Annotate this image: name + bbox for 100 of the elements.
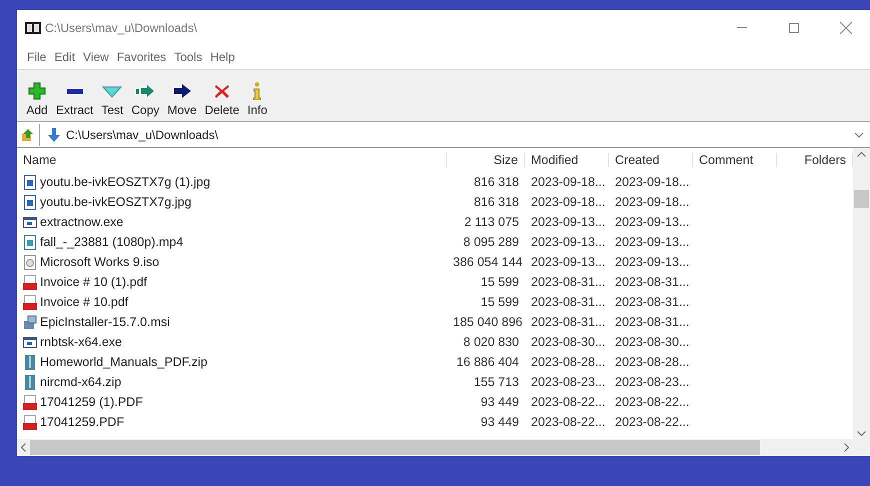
file-name[interactable]: youtu.be-ivkEOSZTX7g (1).jpg	[17, 174, 447, 190]
maximize-icon	[789, 22, 799, 32]
toolbar-button[interactable]: Copy	[128, 82, 162, 117]
table-cell-text: 15 599	[480, 275, 520, 289]
table-cell-text: 2023-09-18...	[614, 175, 690, 189]
table-cell-text: 2023-08-22...	[530, 415, 606, 429]
down-chevron-icon[interactable]	[857, 431, 866, 436]
program-window-icon	[23, 214, 37, 230]
table-cell-text: 2023-08-22...	[614, 415, 690, 429]
table-cell-text: 2023-08-22...	[614, 395, 690, 409]
file-name[interactable]: youtu.be-ivkEOSZTX7g.jpg	[17, 194, 447, 210]
table-cell-text: 2023-09-18...	[530, 175, 606, 189]
column-header[interactable]: Name	[17, 153, 447, 167]
table-cell-text: 2023-09-13...	[614, 255, 690, 269]
right-chevron-icon[interactable]	[844, 443, 849, 452]
file-name[interactable]: 17041259.PDF	[17, 414, 447, 430]
up-chevron-icon[interactable]	[857, 152, 866, 157]
menu-item[interactable]: Favorites	[112, 50, 170, 64]
table-cell-text: 15 599	[480, 295, 520, 309]
table-cell-text: 2023-09-13...	[614, 235, 690, 249]
table-cell-text: 2023-08-28...	[530, 355, 606, 369]
minimize-icon	[737, 27, 747, 28]
file-name[interactable]: extractnow.exe	[17, 214, 447, 230]
table-cell-text: 8 020 830	[462, 335, 520, 349]
zip-archive-icon	[23, 374, 37, 390]
table-cell-text: 16 886 404	[455, 355, 520, 369]
pdf-file-icon	[23, 274, 37, 290]
app-logo-icon	[25, 22, 41, 34]
file-name[interactable]: Homeworld_Manuals_PDF.zip	[17, 354, 447, 370]
menu-item[interactable]: Tools	[170, 50, 206, 64]
vertical-scrollbar[interactable]	[853, 148, 870, 456]
zip-archive-icon	[23, 354, 37, 370]
table-cell-text: 185 040 896	[452, 315, 524, 329]
file-name[interactable]: nircmd-x64.zip	[17, 374, 447, 390]
table-cell-text: 2023-08-31...	[530, 275, 606, 289]
table-cell-text: 2023-08-30...	[530, 335, 606, 349]
dropdown-icon[interactable]	[852, 130, 866, 140]
image-file-icon	[23, 174, 37, 190]
menu-item[interactable]: Help	[206, 50, 239, 64]
table-cell-text: 2023-08-23...	[614, 375, 690, 389]
table-cell-text: 155 713	[472, 375, 520, 389]
table-cell-text: 2023-09-18...	[530, 195, 606, 209]
horizontal-scrollbar[interactable]	[17, 439, 853, 456]
file-name[interactable]: 17041259 (1).PDF	[17, 394, 447, 410]
file-name[interactable]: Invoice # 10.pdf	[17, 294, 447, 310]
installer-icon	[23, 314, 37, 330]
table-cell-text: 93 449	[480, 395, 520, 409]
file-name[interactable]: EpicInstaller-15.7.0.msi	[17, 314, 447, 330]
file-name[interactable]: fall_-_23881 (1080p).mp4	[17, 234, 447, 250]
menu-item[interactable]: View	[79, 50, 113, 64]
table-cell-text: 2023-09-13...	[614, 215, 690, 229]
column-header[interactable]: Size	[447, 153, 525, 167]
table-cell-text: 2023-09-13...	[530, 235, 606, 249]
table-cell-text: 93 449	[480, 415, 520, 429]
image-file-icon	[23, 194, 37, 210]
toolbar-button[interactable]: Extract	[53, 82, 96, 117]
program-window-icon	[23, 334, 37, 350]
file-name[interactable]: Invoice # 10 (1).pdf	[17, 274, 447, 290]
table-cell-text: 2 113 075	[463, 215, 520, 229]
toolbar-button[interactable]: Info	[244, 82, 270, 117]
column-header[interactable]: Modified	[525, 153, 609, 167]
table-cell-text: 2023-09-18...	[614, 195, 690, 209]
table-cell-text: 2023-08-22...	[530, 395, 606, 409]
table-cell-text: 816 318	[472, 175, 520, 189]
table-cell-text: 2023-08-28...	[614, 355, 690, 369]
file-name[interactable]: Microsoft Works 9.iso	[17, 254, 447, 270]
disc-file-icon	[23, 254, 37, 270]
toolbar-button[interactable]: Test	[98, 82, 126, 117]
plus-icon	[26, 82, 48, 100]
table-cell-text: 8 095 289	[462, 235, 520, 249]
right-arrow-icon	[171, 82, 194, 100]
pdf-file-icon	[23, 394, 37, 410]
left-chevron-icon[interactable]	[21, 443, 26, 452]
table-cell-text: 2023-09-13...	[530, 215, 606, 229]
table-cell-text: 2023-08-31...	[614, 315, 690, 329]
toolbar-button[interactable]: Move	[164, 82, 200, 117]
table-cell-text: 386 054 144	[452, 255, 524, 269]
file-name[interactable]: rnbtsk-x64.exe	[17, 334, 447, 350]
menu-item[interactable]: Edit	[50, 50, 80, 64]
scrollbar-thumb[interactable]	[854, 190, 869, 208]
toolbar-button[interactable]: Delete	[202, 82, 242, 117]
pdf-file-icon	[23, 414, 37, 430]
table-cell-text: 2023-09-13...	[530, 255, 606, 269]
window-title: C:\Users\mav_u\Downloads\	[45, 20, 198, 34]
up-folder-icon[interactable]	[21, 128, 35, 142]
menu-item[interactable]: File	[23, 50, 50, 64]
scrollbar-thumb[interactable]	[30, 440, 760, 455]
table-cell-text: 2023-08-30...	[614, 335, 690, 349]
table-cell-text: 2023-08-31...	[614, 275, 690, 289]
double-arrow-icon	[134, 82, 156, 100]
column-header[interactable]: Created	[609, 153, 693, 167]
address-field[interactable]: C:\Users\mav_u\Downloads\	[39, 124, 870, 146]
table-cell-text: 2023-08-31...	[614, 295, 690, 309]
down-arrow-icon	[48, 128, 60, 142]
table-cell-text: 2023-08-23...	[530, 375, 606, 389]
column-header[interactable]: Comment	[693, 153, 777, 167]
table-cell-text: 2023-08-31...	[530, 315, 606, 329]
close-icon	[840, 22, 852, 34]
toolbar-button[interactable]: Add	[23, 82, 51, 117]
table-cell-text: 2023-08-31...	[530, 295, 606, 309]
